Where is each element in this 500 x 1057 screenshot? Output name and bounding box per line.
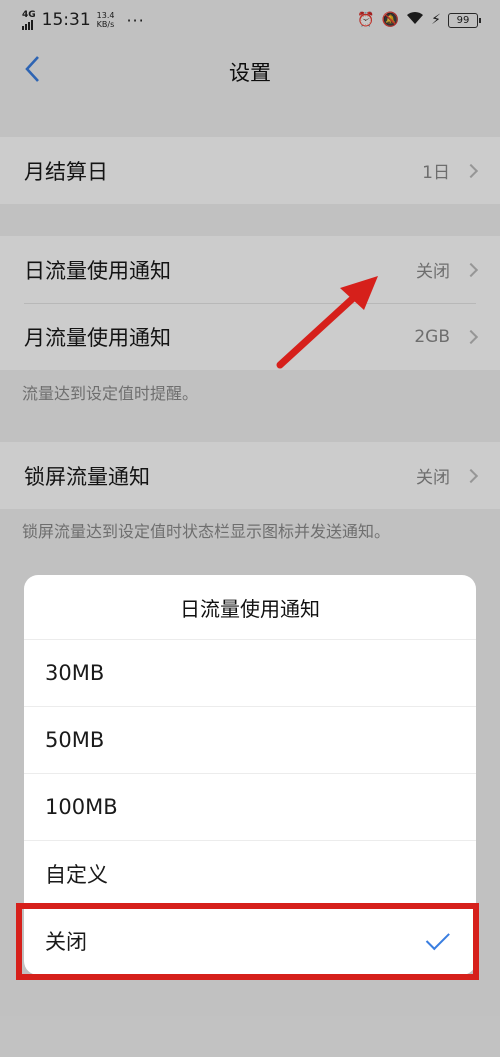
option-label: 100MB	[45, 794, 118, 819]
option-label: 自定义	[45, 862, 108, 887]
option-50mb[interactable]: 50MB	[24, 706, 476, 773]
option-label: 50MB	[45, 727, 105, 752]
sheet-title: 日流量使用通知	[180, 596, 320, 621]
option-custom[interactable]: 自定义	[24, 840, 476, 907]
annotation-highlight-box	[16, 903, 479, 980]
option-100mb[interactable]: 100MB	[24, 773, 476, 840]
option-label: 30MB	[45, 660, 105, 685]
option-30mb[interactable]: 30MB	[24, 639, 476, 706]
